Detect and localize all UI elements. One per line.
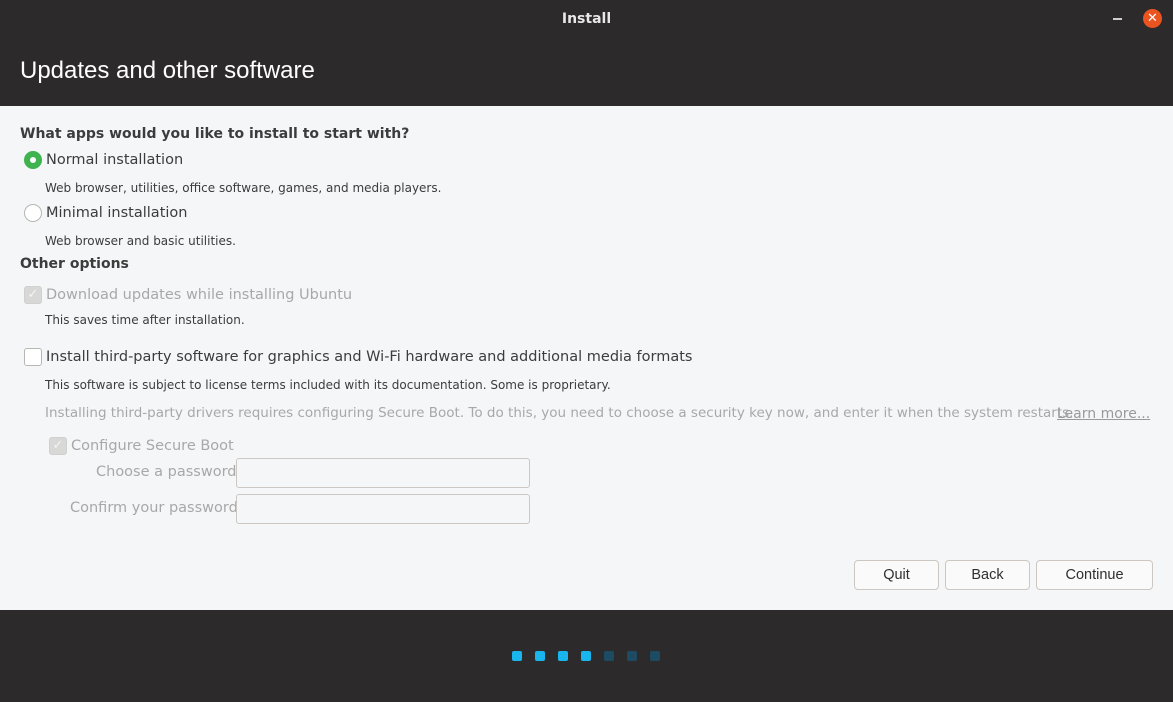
- minimal-installation-description: Web browser and basic utilities.: [45, 234, 236, 248]
- secure-boot-checkbox[interactable]: ✓: [49, 437, 67, 455]
- quit-button[interactable]: Quit: [854, 560, 939, 590]
- close-icon[interactable]: ✕: [1143, 9, 1162, 28]
- third-party-checkbox[interactable]: [24, 348, 42, 366]
- third-party-label[interactable]: Install third-party software for graphic…: [46, 349, 692, 365]
- back-button[interactable]: Back: [945, 560, 1030, 590]
- secure-boot-label: Configure Secure Boot: [71, 438, 234, 454]
- progress-step-dot: [604, 651, 614, 661]
- progress-step-dot: [512, 651, 522, 661]
- download-updates-label: Download updates while installing Ubuntu: [46, 287, 353, 303]
- download-updates-checkbox[interactable]: ✓: [24, 286, 42, 304]
- choose-password-label: Choose a password:: [96, 464, 242, 480]
- normal-installation-radio[interactable]: [24, 151, 42, 169]
- progress-footer: [0, 610, 1173, 702]
- learn-more-link[interactable]: Learn more...: [1057, 406, 1150, 422]
- minimal-installation-radio[interactable]: [24, 204, 42, 222]
- progress-step-dot: [581, 651, 591, 661]
- download-updates-description: This saves time after installation.: [45, 313, 245, 327]
- progress-step-dot: [535, 651, 545, 661]
- minimize-icon[interactable]: [1113, 18, 1122, 20]
- other-options-heading: Other options: [20, 256, 129, 272]
- confirm-password-field[interactable]: [236, 494, 530, 524]
- choose-password-field[interactable]: [236, 458, 530, 488]
- progress-step-dot: [650, 651, 660, 661]
- window-title: Install: [561, 11, 612, 27]
- apps-heading: What apps would you like to install to s…: [20, 126, 410, 142]
- normal-installation-description: Web browser, utilities, office software,…: [45, 181, 442, 195]
- minimal-installation-label[interactable]: Minimal installation: [46, 205, 187, 221]
- normal-installation-label[interactable]: Normal installation: [46, 152, 183, 168]
- continue-button[interactable]: Continue: [1036, 560, 1153, 590]
- confirm-password-label: Confirm your password:: [70, 500, 243, 516]
- window-titlebar: Install ✕: [0, 0, 1173, 40]
- main-content: What apps would you like to install to s…: [0, 106, 1173, 610]
- page-title: Updates and other software: [20, 57, 315, 84]
- page-header: Updates and other software: [0, 40, 1173, 106]
- third-party-description: This software is subject to license term…: [45, 378, 611, 392]
- secure-boot-note: Installing third-party drivers requires …: [45, 405, 1074, 421]
- progress-step-dot: [627, 651, 637, 661]
- progress-step-dot: [558, 651, 568, 661]
